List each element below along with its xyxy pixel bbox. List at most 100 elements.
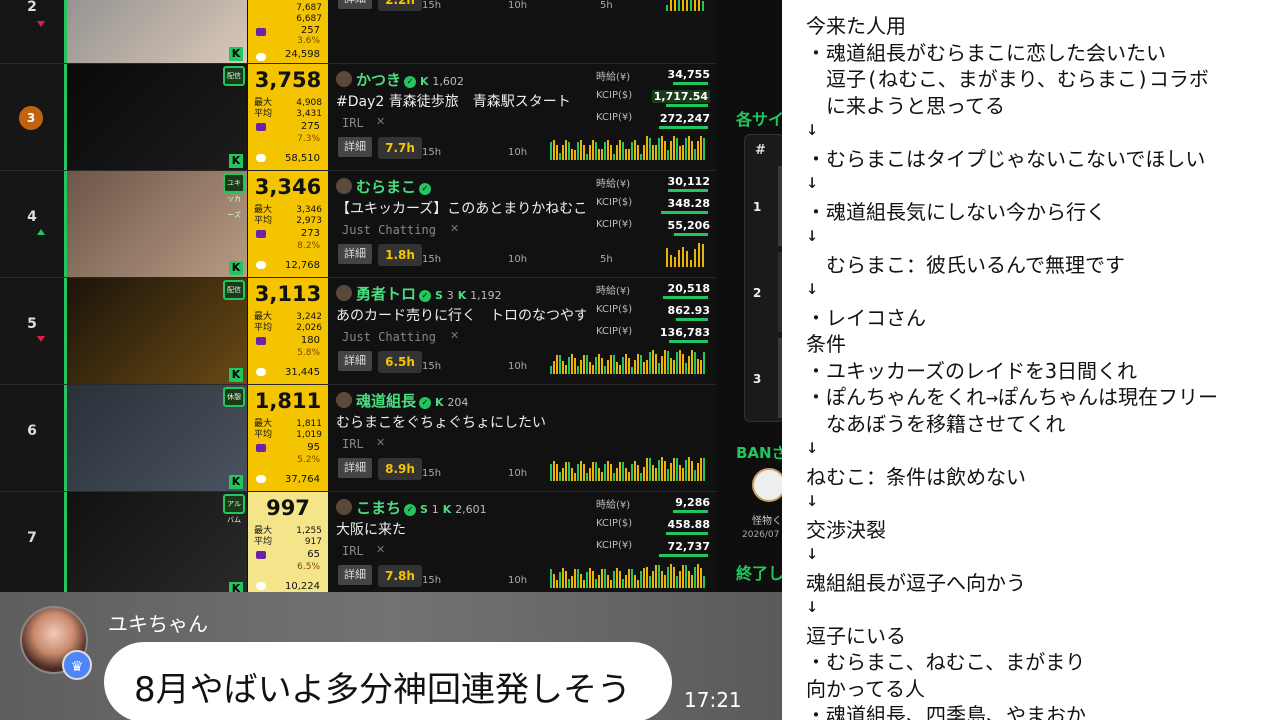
stat-label: KCIP(¥)	[596, 540, 633, 551]
stat-label: KCIP($)	[596, 518, 633, 529]
max-viewers: 最大 1,811	[254, 419, 322, 430]
chart-bar	[601, 472, 603, 481]
chart-bar	[666, 248, 668, 267]
max-viewers: 最大 3,346	[254, 205, 322, 216]
sub-count: 95	[307, 442, 320, 453]
channel-logo: アルバム	[223, 494, 245, 524]
chart-bar	[583, 580, 585, 588]
chart-bar	[694, 352, 696, 374]
sub-badge: S 1	[420, 503, 439, 516]
note-line: ↓	[806, 169, 819, 193]
stream-thumbnail[interactable]: K アルバム	[67, 492, 247, 598]
stat-value: 136,783	[659, 326, 710, 339]
avatar[interactable]	[752, 468, 782, 502]
table-row[interactable]: 3 K 配信 3,758 最大 4,908 平均 3,431 275 7.3% 58,510 かつき ✓…	[0, 64, 716, 171]
avg-value: 917	[304, 537, 322, 547]
chart-bar	[691, 461, 693, 481]
avg-viewers: 平均 3,431	[254, 109, 322, 120]
streamer-name[interactable]: こまち ✓ S 1K 2,601	[336, 497, 487, 518]
chart-bar	[691, 350, 693, 374]
detail-button[interactable]: 詳細	[338, 565, 372, 585]
chart-bar	[577, 569, 579, 588]
chart-bar	[598, 575, 600, 588]
table-row[interactable]: 5 K 配信 3,113 最大 3,242 平均 2,026 180 5.8% 31,445 勇者トロ…	[0, 278, 716, 385]
chart-bar	[682, 565, 684, 588]
chat-message-text: 8月やばいよ多分神回連発しそう	[134, 670, 631, 710]
chart-bar	[655, 565, 657, 588]
chart-bar	[571, 149, 573, 160]
stream-thumbnail[interactable]: K 配信	[67, 64, 247, 170]
chart-bar	[586, 473, 588, 481]
stat-label: 時給(¥)	[596, 286, 631, 297]
chart-bar	[685, 363, 687, 374]
activity-chart	[666, 0, 706, 11]
chart-bar	[700, 458, 702, 481]
chart-bar	[700, 360, 702, 374]
stream-info: かつき ✓ K 1,602 #Day2 青森徒歩旅 青森駅スタート IRL ✕ 詳細 7.7h…	[330, 64, 716, 170]
detail-button[interactable]: 詳細	[338, 458, 372, 478]
detail-button[interactable]: 詳細	[338, 137, 372, 157]
stat-value: 458.88	[667, 518, 710, 531]
channel-logo: ユキッカーズ	[223, 173, 245, 219]
category-label: IRL	[342, 116, 364, 130]
total-viewers: 12,768	[285, 260, 320, 271]
activity-chart	[550, 136, 706, 160]
table-row[interactable]: 2K7,6876,6872573.6%24,598Just Chatting✕詳…	[0, 0, 716, 64]
detail-button[interactable]: 詳細	[338, 0, 372, 9]
stream-duration: 7.7h	[378, 137, 422, 159]
chart-bar	[604, 569, 606, 588]
stream-thumbnail[interactable]: K 配信	[67, 278, 247, 384]
stream-thumbnail[interactable]: K	[67, 0, 247, 63]
sub-icon	[256, 444, 266, 452]
channel-logo: 配信	[223, 66, 245, 86]
max-label: 最大	[254, 312, 273, 322]
streamer-name[interactable]: 勇者トロ ✓ S 3K 1,192	[336, 283, 502, 304]
table-row[interactable]: 7 K アルバム 997 最大 1,255 平均 917 65 6.5% 10,224 こまち ✓ S 1…	[0, 492, 716, 599]
time-tick-10h: 10h	[508, 254, 528, 265]
total-viewers: 58,510	[285, 153, 320, 164]
chart-bar	[550, 569, 552, 588]
avg-label: 平均	[254, 109, 273, 119]
ranking-panel: 2 K 7,6876,6872573.6% 24,598 Just Chatting ✕ 詳…	[0, 0, 716, 600]
sub-percent: 7.3%	[297, 134, 320, 144]
detail-button[interactable]: 詳細	[338, 244, 372, 264]
chart-bar	[613, 473, 615, 481]
x-icon: ✕	[450, 329, 460, 342]
table-row[interactable]: 4 K ユキッカーズ 3,346 最大 3,346 平均 2,973 273 8.2% 12,768…	[0, 171, 716, 278]
stream-title: 大阪に来た	[336, 522, 406, 538]
sub-icon	[256, 230, 266, 238]
max-viewers: 最大 1,255	[254, 526, 322, 537]
streamer-name[interactable]: かつき ✓ K 1,602	[336, 69, 464, 90]
stream-thumbnail[interactable]: K 休憩	[67, 385, 247, 491]
sub-count: 275	[300, 121, 320, 132]
site-table[interactable]: #	[744, 134, 782, 422]
chart-bar	[661, 136, 663, 160]
chart-bar	[667, 150, 669, 160]
verified-icon: ✓	[419, 290, 432, 302]
chart-bar	[571, 354, 573, 374]
streamer-name[interactable]: 魂道組長 ✓ K 204	[336, 390, 468, 411]
table-row[interactable]: 6 K 休憩 1,811 最大 1,811 平均 1,019 95 5.2% 37,764 魂道組長 ✓…	[0, 385, 716, 492]
stat-label: KCIP(¥)	[596, 326, 633, 337]
stream-duration: 1.8h	[378, 244, 422, 266]
chart-bar	[619, 462, 621, 481]
chart-bar	[616, 362, 618, 374]
note-line: ・むらまこはタイプじゃないこないでほしい	[806, 146, 1206, 171]
note-line: ・魂道組長、四季島、やまおか	[806, 703, 1086, 720]
activity-chart	[666, 243, 706, 267]
chart-bar	[550, 142, 552, 160]
chart-bar	[556, 464, 558, 481]
stream-thumbnail[interactable]: K ユキッカーズ	[67, 171, 247, 277]
chart-bar	[556, 580, 558, 588]
kick-icon: K	[229, 368, 243, 382]
total-viewers: 31,445	[285, 367, 320, 378]
detail-button[interactable]: 詳細	[338, 351, 372, 371]
chart-bar	[562, 361, 564, 374]
max-value: 1,811	[296, 419, 322, 429]
sub-icon	[256, 337, 266, 345]
streamer-name[interactable]: むらまこ ✓	[336, 176, 432, 197]
sub-icon	[256, 123, 266, 131]
avg-viewers: 平均 917	[254, 537, 322, 548]
max-label: 最大	[254, 419, 273, 429]
time-tick-10h: 10h	[508, 147, 528, 158]
